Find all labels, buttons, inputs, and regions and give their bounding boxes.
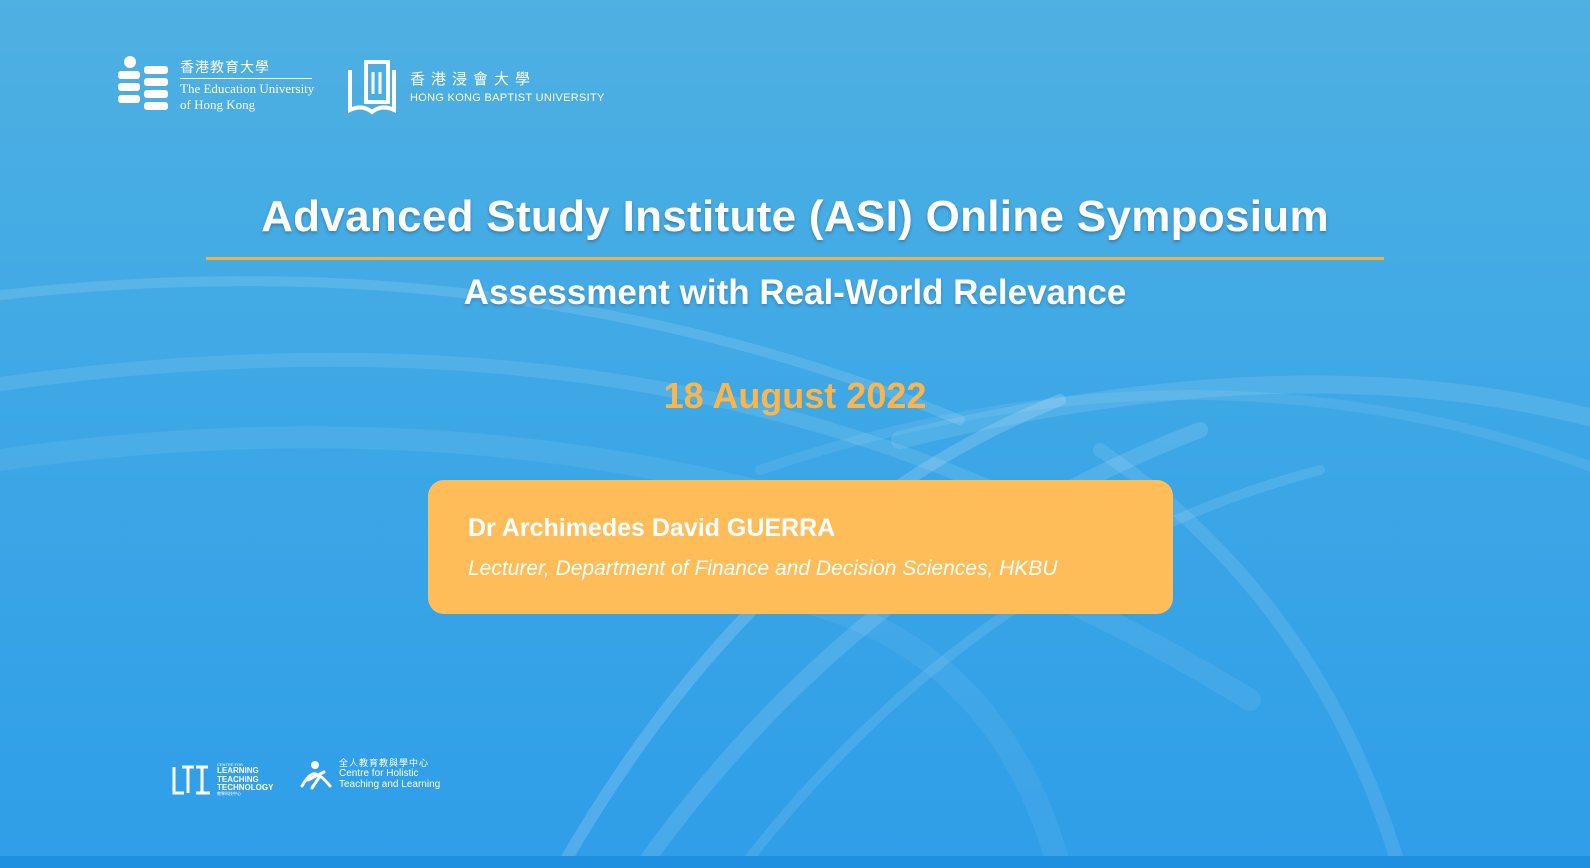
speaker-role: Lecturer, Department of Finance and Deci… — [468, 557, 1058, 580]
lttc-chinese: 教學科技中心 — [217, 791, 241, 797]
lttc-logo: CENTRE FOR LEARNING TEACHING TECHNOLOGY … — [172, 762, 273, 797]
chtl-english-name-2: Teaching and Learning — [339, 778, 441, 790]
title-underline — [206, 257, 1384, 260]
hkbu-emblem-icon — [348, 60, 396, 115]
eduhk-emblem-icon — [118, 56, 168, 110]
chtl-emblem-icon — [300, 761, 332, 790]
eduhk-english-name-1: The Education University — [180, 81, 315, 96]
background-arcs — [0, 276, 1590, 868]
hkbu-english-name: HONG KONG BAPTIST UNIVERSITY — [410, 92, 605, 104]
eduhk-english-name-2: of Hong Kong — [180, 97, 256, 112]
eduhk-logo: 香港教育大學 The Education University of Hong … — [118, 56, 314, 114]
hkbu-logo: 香港浸會大學 HONG KONG BAPTIST UNIVERSITY — [346, 60, 605, 116]
symposium-title: Advanced Study Institute (ASI) Online Sy… — [261, 192, 1329, 241]
bottom-strip — [0, 856, 1590, 868]
speaker-card: Dr Archimedes David GUERRA Lecturer, Dep… — [428, 480, 1173, 614]
hkbu-chinese-name: 香港浸會大學 — [410, 70, 537, 88]
symposium-subtitle: Assessment with Real-World Relevance — [463, 273, 1127, 312]
lttc-emblem-icon — [172, 765, 210, 795]
event-date: 18 August 2022 — [663, 375, 927, 416]
speaker-name: Dr Archimedes David GUERRA — [468, 514, 836, 542]
eduhk-chinese-name: 香港教育大學 — [180, 61, 312, 79]
chtl-logo: 全人教育教與學中心 Centre for Holistic Teaching a… — [300, 759, 441, 790]
